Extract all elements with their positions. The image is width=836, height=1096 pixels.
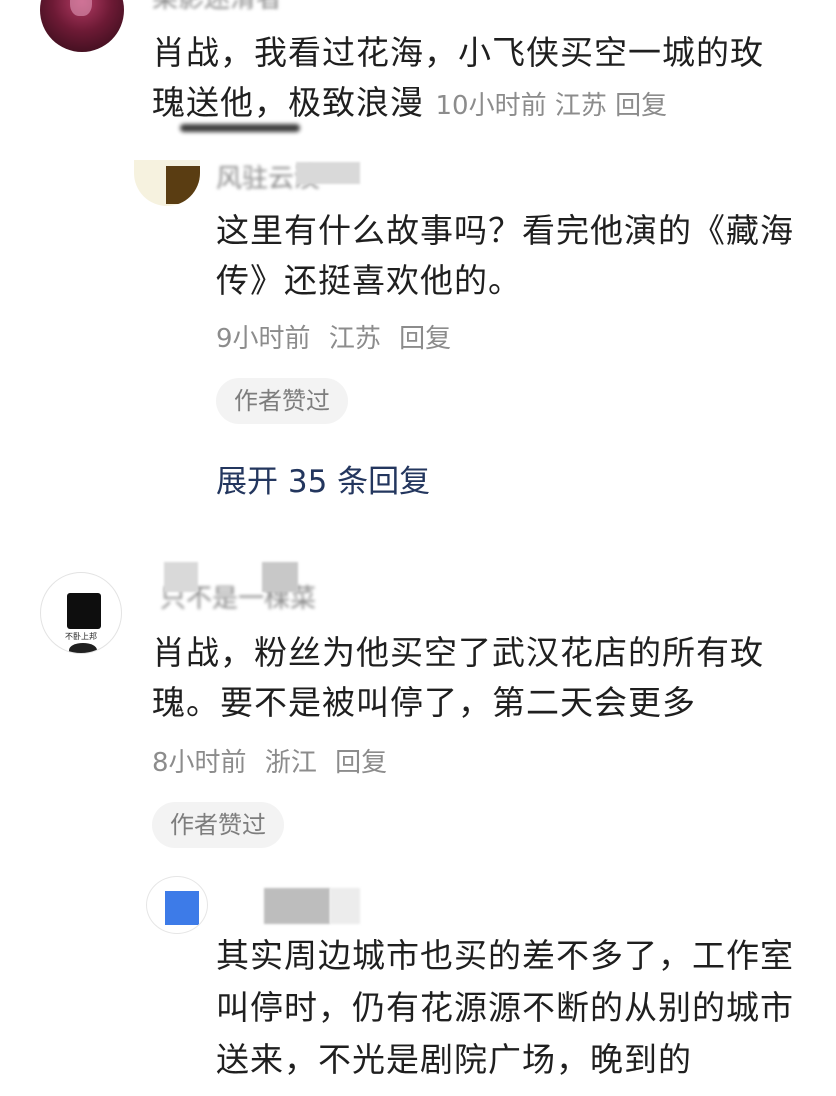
- avatar[interactable]: [40, 0, 124, 52]
- reply-button[interactable]: 回复: [399, 324, 451, 354]
- expand-replies-link[interactable]: 展开 35 条回复: [216, 456, 430, 501]
- username-mask: [330, 888, 360, 924]
- avatar[interactable]: [146, 876, 208, 934]
- username-mask: [262, 562, 298, 592]
- comment-meta: 8小时前 浙江 回复: [152, 742, 397, 779]
- reply-text: 这里有什么故事吗？看完他演的《藏海传》还挺喜欢他的。: [216, 211, 794, 300]
- avatar[interactable]: [134, 160, 200, 206]
- reply-meta: 9小时前 江苏 回复: [216, 318, 461, 355]
- username-mask: [296, 162, 360, 184]
- author-liked-badge: 作者赞过: [216, 378, 348, 424]
- reply-button[interactable]: 回复: [335, 748, 387, 778]
- username-mask: [164, 562, 198, 592]
- comment-time: 10小时前: [435, 91, 547, 121]
- reply-text: 其实周边城市也买的差不多了，工作室叫停时，仍有花源源不断的从别的城市送来，不光是…: [216, 936, 794, 1079]
- avatar[interactable]: 不卧上邦: [40, 572, 122, 654]
- comment-location: 江苏: [554, 91, 607, 121]
- comment-text: 肖战，我看过花海，小飞侠买空一城的玫瑰送他，极致浪漫 10小时前 江苏 回复: [152, 28, 792, 131]
- reply-button[interactable]: 回复: [615, 91, 667, 121]
- author-liked-badge: 作者赞过: [152, 802, 284, 848]
- scribble-mark: [180, 124, 300, 132]
- comment-location: 浙江: [264, 748, 317, 778]
- comment-time: 8小时前: [152, 748, 247, 778]
- avatar-text: 不卧上邦: [65, 632, 97, 641]
- username-mask: [264, 888, 330, 924]
- comment-username[interactable]: 某影迷滑者: [152, 0, 282, 15]
- comment-text: 肖战，粉丝为他买空了武汉花店的所有玫瑰。要不是被叫停了，第二天会更多: [152, 633, 764, 722]
- reply-location: 江苏: [328, 324, 381, 354]
- reply-time: 9小时前: [216, 324, 311, 354]
- comment-meta: 10小时前 江苏 回复: [436, 91, 668, 121]
